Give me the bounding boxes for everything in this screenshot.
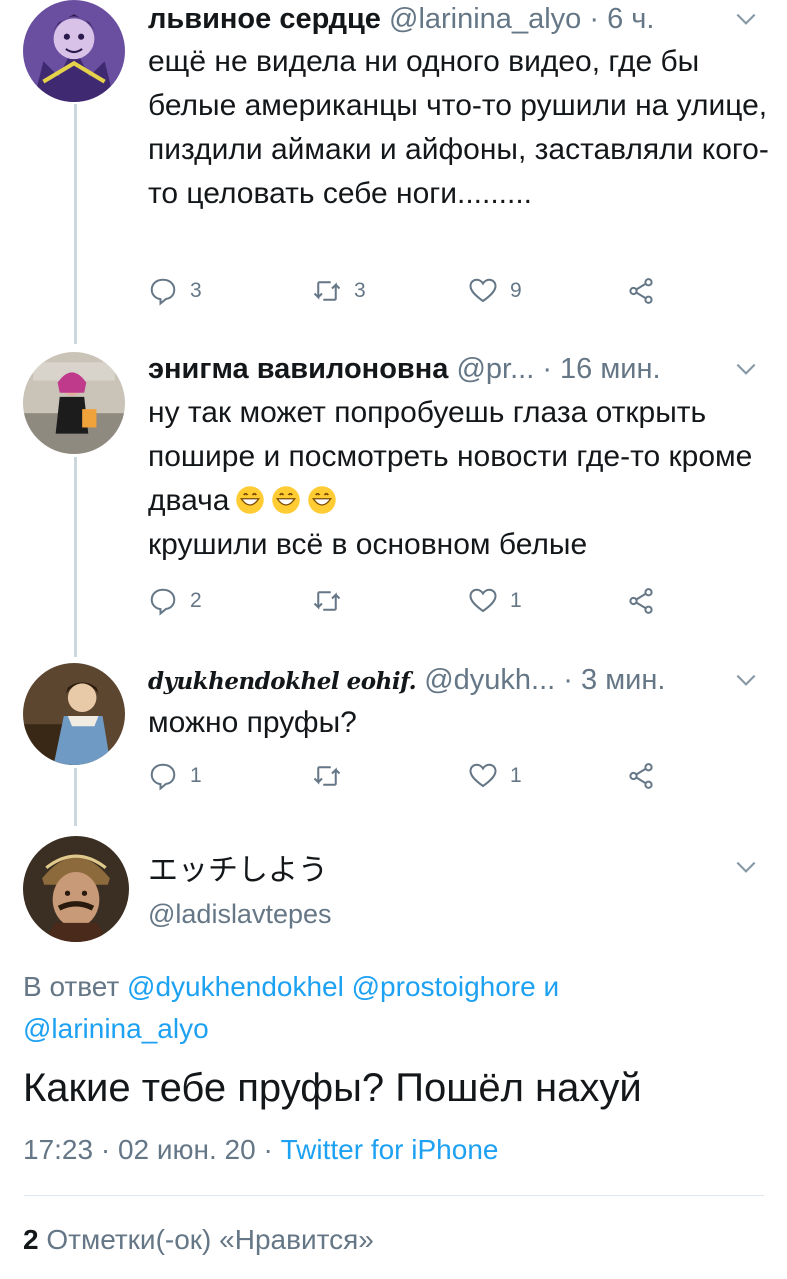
separator-dot: · xyxy=(563,664,573,696)
likes-summary[interactable]: 2 Отметки(-ок) «Нравится» xyxy=(23,1224,374,1256)
share-icon xyxy=(629,278,653,304)
tweet-text: можно пруфы? xyxy=(148,706,357,739)
tweet-text-second: крушили всё в основном белые xyxy=(148,528,588,561)
timestamp[interactable]: 6 ч. xyxy=(607,3,654,35)
like-icon xyxy=(469,763,497,788)
reply-context: В ответ @dyukhendokhel @prostoighore и @… xyxy=(23,966,763,1050)
user-handle[interactable]: @dyukh... xyxy=(424,664,555,696)
reply-icon xyxy=(150,763,176,791)
share-icon xyxy=(629,588,653,614)
retweet-count: 3 xyxy=(354,279,366,302)
like-count: 1 xyxy=(510,764,522,787)
retweet-button[interactable] xyxy=(312,586,342,616)
separator-dot: · xyxy=(542,353,552,385)
user-handle[interactable]: @ladislavtepes xyxy=(148,899,332,930)
avatar[interactable] xyxy=(23,0,125,102)
grinning-emoji-icon xyxy=(307,484,337,514)
share-icon xyxy=(629,763,653,789)
reply-count: 2 xyxy=(190,589,202,612)
tweet-text: Какие тебе пруфы? Пошёл нахуй xyxy=(23,1066,642,1110)
chevron-down-icon[interactable] xyxy=(733,6,759,32)
grinning-emoji-icon xyxy=(271,484,301,514)
like-button[interactable]: 1 xyxy=(468,586,522,616)
reply-icon xyxy=(150,588,176,616)
display-name[interactable]: энигма вавилоновна xyxy=(148,353,448,385)
thread-line xyxy=(74,457,77,657)
separator-dot: · xyxy=(100,1134,111,1165)
tweet-text: ещё не видела ни одного видео, где бы бе… xyxy=(148,45,769,210)
reply-button[interactable]: 1 xyxy=(148,761,202,791)
avatar[interactable] xyxy=(23,352,125,454)
retweet-icon xyxy=(313,766,341,786)
reply-and[interactable]: и xyxy=(543,971,559,1002)
separator-dot: · xyxy=(589,3,600,35)
tweet-text: ну так может попробуешь глаза открыть по… xyxy=(148,391,773,567)
mention-link[interactable]: @dyukhendokhel xyxy=(127,971,344,1002)
grinning-emoji-icon xyxy=(235,484,265,514)
separator-dot: · xyxy=(263,1134,273,1165)
share-button[interactable] xyxy=(626,761,656,791)
tweet-date: 02 июн. 20 xyxy=(117,1134,256,1165)
timestamp[interactable]: 3 мин. xyxy=(581,664,665,696)
reply-button[interactable]: 3 xyxy=(148,276,202,306)
display-name[interactable]: エッチしよう xyxy=(148,845,328,889)
tweet-meta: 17:23 · 02 июн. 20 · Twitter for iPhone xyxy=(23,1134,498,1166)
display-name[interactable]: dyukhendokhel eohif. xyxy=(148,668,417,695)
chevron-down-icon[interactable] xyxy=(733,667,759,693)
mention-link[interactable]: @larinina_alyo xyxy=(23,1013,209,1044)
thread-line xyxy=(74,768,77,826)
timestamp[interactable]: 16 мин. xyxy=(560,353,661,385)
retweet-button[interactable] xyxy=(312,761,342,791)
avatar[interactable] xyxy=(23,836,129,942)
user-handle[interactable]: @pr... xyxy=(456,353,534,385)
like-icon xyxy=(469,588,497,613)
retweet-icon xyxy=(313,591,341,611)
thread-line xyxy=(74,104,77,344)
tweet-header: dyukhendokhel eohif. @dyukh... · 3 мин. xyxy=(148,663,665,699)
likes-label: Отметки(-ок) «Нравится» xyxy=(46,1224,374,1255)
reply-button[interactable]: 2 xyxy=(148,586,202,616)
tweet-header: энигма вавилоновна @pr... · 16 мин. xyxy=(148,352,661,386)
chevron-down-icon[interactable] xyxy=(733,854,759,880)
chevron-down-icon[interactable] xyxy=(733,356,759,382)
reply-prefix: В ответ xyxy=(23,971,120,1002)
tweet-source-link[interactable]: Twitter for iPhone xyxy=(281,1134,499,1165)
reply-count: 1 xyxy=(190,764,202,787)
like-count: 1 xyxy=(510,589,522,612)
share-button[interactable] xyxy=(626,276,656,306)
like-icon xyxy=(469,278,497,303)
tweet-header: львиное сердце @larinina_alyo · 6 ч. xyxy=(148,2,654,36)
tweet-time: 17:23 xyxy=(23,1134,94,1165)
share-button[interactable] xyxy=(626,586,656,616)
reply-icon xyxy=(150,278,176,306)
divider xyxy=(24,1195,764,1196)
like-button[interactable]: 1 xyxy=(468,761,522,791)
retweet-button[interactable]: 3 xyxy=(312,276,366,306)
avatar[interactable] xyxy=(23,663,125,765)
likes-count: 2 xyxy=(23,1224,39,1255)
display-name[interactable]: львиное сердце xyxy=(148,3,381,35)
reply-count: 3 xyxy=(190,279,202,302)
like-button[interactable]: 9 xyxy=(468,276,522,306)
like-count: 9 xyxy=(510,279,522,302)
user-handle[interactable]: @larinina_alyo xyxy=(389,3,581,35)
mention-link[interactable]: @prostoighore xyxy=(352,971,536,1002)
retweet-icon xyxy=(313,281,341,301)
